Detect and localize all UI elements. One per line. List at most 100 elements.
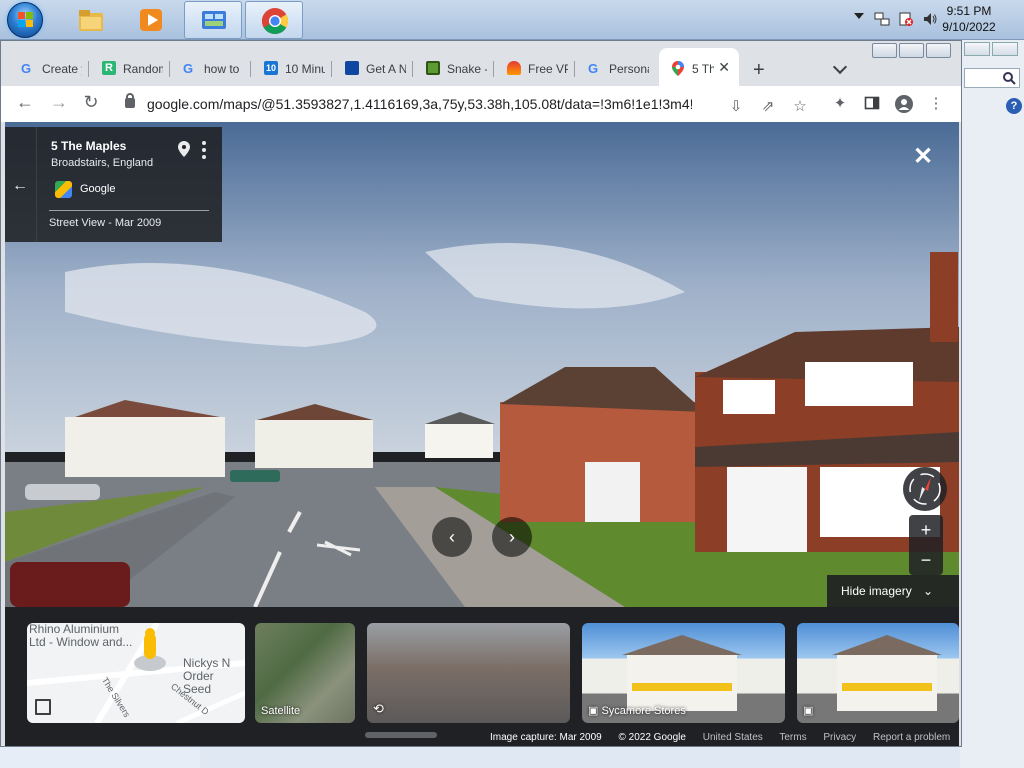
taskbar-control-panel-button[interactable] <box>184 1 242 39</box>
browser-toolbar: ← → ↻ google.com/maps/@51.3593827,1.4116… <box>1 86 961 122</box>
menu-kebab-icon[interactable]: ⋮ <box>927 95 945 113</box>
satellite-label: Satellite <box>261 705 301 717</box>
profile-avatar-icon[interactable] <box>895 95 913 113</box>
previous-image-button[interactable]: ‹ <box>432 517 472 557</box>
control-panel-icon <box>200 7 228 35</box>
install-app-icon[interactable]: ⇩ <box>727 98 745 116</box>
street-view-viewport[interactable]: ← 5 The Maples Broadstairs, England Goog… <box>5 122 959 746</box>
background-window-search-box[interactable] <box>964 68 1020 88</box>
tab-label: Persona <box>609 62 649 76</box>
tab-label: Random <box>123 62 163 76</box>
clock-time: 9:51 PM <box>946 4 992 18</box>
street-view-date[interactable]: Street View - Mar 2009 <box>49 217 161 229</box>
fullscreen-icon[interactable] <box>35 699 51 715</box>
satellite-thumbnail[interactable]: Satellite <box>255 623 355 723</box>
tab-how-to[interactable]: G how to <box>171 52 251 82</box>
zoom-out-button[interactable]: − <box>909 545 943 575</box>
divider <box>49 210 209 211</box>
show-hidden-icons-icon[interactable] <box>854 13 864 19</box>
taskbar-chrome-button[interactable] <box>245 1 303 39</box>
tab-random[interactable]: R Random <box>90 52 170 82</box>
background-window-caption-buttons[interactable] <box>964 42 1024 56</box>
country-link[interactable]: United States <box>703 732 763 743</box>
snake-icon <box>426 61 440 75</box>
reload-button[interactable]: ↻ <box>79 92 103 113</box>
google-icon: G <box>183 61 194 76</box>
address-bar[interactable]: google.com/maps/@51.3593827,1.4116169,3a… <box>115 89 821 119</box>
map-pin-icon[interactable] <box>178 141 190 157</box>
maps-pin-icon <box>671 61 685 76</box>
extensions-icon[interactable]: ✦ <box>831 95 849 113</box>
rotate-360-icon: ⟲ <box>373 701 384 716</box>
taskbar: 9:51 PM 9/10/2022 <box>0 0 1024 40</box>
network-icon[interactable] <box>874 11 890 27</box>
tab-10-minute[interactable]: 10 10 Minu <box>252 52 332 82</box>
lock-icon[interactable] <box>125 93 135 108</box>
arrow-left-icon: ← <box>12 177 28 194</box>
tab-label: Snake - <box>447 62 487 76</box>
background-window: ? <box>960 40 1024 768</box>
terms-link[interactable]: Terms <box>779 732 806 743</box>
tab-label: Create y <box>42 62 82 76</box>
google-icon: G <box>21 61 32 76</box>
action-center-icon[interactable] <box>898 11 914 27</box>
chevron-double-down-icon: ⌄ <box>923 584 934 598</box>
chrome-icon <box>261 7 289 35</box>
map-label-business: Rhino Aluminium Ltd - Window and... <box>29 623 133 649</box>
google-icon: G <box>588 61 599 76</box>
back-button[interactable]: ← <box>13 92 37 113</box>
close-street-view-icon[interactable]: ✕ <box>913 142 933 171</box>
url-text[interactable]: google.com/maps/@51.3593827,1.4116169,3a… <box>147 96 692 112</box>
tab-personal[interactable]: G Persona <box>576 52 656 82</box>
close-tab-icon[interactable]: ✕ <box>718 59 730 76</box>
tab-snake[interactable]: Snake - <box>414 52 494 82</box>
map-label-shop: Nickys N Order Seed <box>183 656 231 696</box>
tab-create[interactable]: G Create y <box>9 52 89 82</box>
map-thumbnail[interactable]: Rhino Aluminium Ltd - Window and... Nicky… <box>27 623 245 723</box>
tab-label: Get A N <box>366 62 406 76</box>
imagery-filmstrip: Rhino Aluminium Ltd - Window and... Nicky… <box>5 607 959 746</box>
provider-label: Google <box>80 183 116 195</box>
camera-icon: ▣ <box>803 705 814 717</box>
report-problem-link[interactable]: Report a problem <box>873 732 950 743</box>
filmstrip-scrollbar[interactable] <box>365 732 437 738</box>
tab-label: how to <box>204 62 240 76</box>
privacy-link[interactable]: Privacy <box>823 732 856 743</box>
street-view-360-thumbnail[interactable]: ⟲ <box>367 623 570 723</box>
start-button[interactable] <box>7 2 43 38</box>
next-image-button[interactable]: › <box>492 517 532 557</box>
google-maps-icon <box>55 181 72 198</box>
tab-5-the-maples[interactable]: 5 Th ✕ <box>659 48 739 86</box>
compass-icon[interactable] <box>903 467 947 511</box>
phone-icon <box>345 61 359 75</box>
tab-strip: G Create y R Random G how to 10 10 Minu … <box>1 48 961 86</box>
tab-free-vpn[interactable]: Free VP <box>495 52 575 82</box>
help-icon[interactable]: ? <box>1006 98 1022 114</box>
taskbar-media-player-button[interactable] <box>122 1 180 39</box>
attribution-footer: Image capture: Mar 2009 © 2022 Google Un… <box>490 732 959 743</box>
windows-logo-icon <box>18 12 34 28</box>
photo-thumbnail-2[interactable]: ▣ <box>797 623 959 723</box>
bookmark-star-icon[interactable]: ☆ <box>791 98 809 116</box>
new-tab-button[interactable]: + <box>753 59 765 82</box>
tab-label: 5 Th <box>692 62 714 76</box>
clock-date: 9/10/2022 <box>942 20 996 34</box>
desktop-strip <box>0 746 200 768</box>
more-options-icon[interactable] <box>202 141 206 159</box>
back-to-map-button[interactable]: ← <box>5 127 37 242</box>
taskbar-explorer-button[interactable] <box>62 1 120 39</box>
tab-get-a-number[interactable]: Get A N <box>333 52 413 82</box>
side-panel-icon[interactable] <box>863 95 881 113</box>
share-icon[interactable]: ⇗ <box>759 98 777 116</box>
tab-label: 10 Minu <box>285 62 325 76</box>
tab-search-chevron-icon[interactable] <box>832 59 848 75</box>
forward-button[interactable]: → <box>47 92 71 113</box>
zoom-in-button[interactable]: + <box>909 515 943 545</box>
hide-imagery-label: Hide imagery <box>841 584 912 598</box>
camera-icon: ▣ <box>588 705 602 717</box>
photo-caption: ▣ Sycamore Stores <box>588 705 686 717</box>
photo-thumbnail[interactable]: ▣ Sycamore Stores <box>582 623 785 723</box>
mail-icon: 10 <box>264 61 278 75</box>
clock[interactable]: 9:51 PM 9/10/2022 <box>934 3 1004 35</box>
hide-imagery-button[interactable]: Hide imagery ⌄ <box>827 575 959 607</box>
